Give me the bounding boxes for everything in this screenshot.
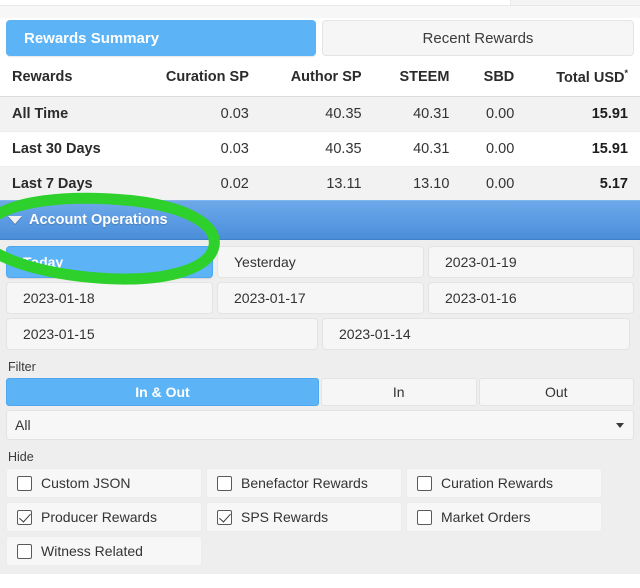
checkbox-icon[interactable] bbox=[417, 475, 432, 491]
checkbox-icon[interactable] bbox=[217, 475, 232, 491]
date-chip-label: 2023-01-19 bbox=[445, 254, 517, 270]
date-chip-label: Today bbox=[23, 254, 64, 270]
date-chip-2023-01-14[interactable]: 2023-01-14 bbox=[322, 318, 630, 350]
filter-segment-label: In bbox=[392, 384, 405, 400]
rewards-summary-table-wrapper: Rewards Curation SP Author SP STEEM SBD … bbox=[0, 60, 640, 202]
checkbox-icon[interactable] bbox=[17, 543, 32, 559]
account-operations-panel: Account Operations Today Yesterday 2023-… bbox=[0, 196, 640, 574]
filter-type-select-value: All bbox=[15, 417, 31, 433]
tab-rewards-summary[interactable]: Rewards Summary bbox=[6, 20, 316, 56]
account-operations-body: Today Yesterday 2023-01-19 2023-01-18 20… bbox=[0, 240, 640, 574]
checkbox-label: SPS Rewards bbox=[241, 509, 329, 525]
rewards-table-head: Rewards Curation SP Author SP STEEM SBD … bbox=[0, 60, 640, 97]
table-row: Last 30 Days 0.03 40.35 40.31 0.00 15.91 bbox=[0, 131, 640, 167]
filter-in-button[interactable]: In bbox=[321, 378, 477, 406]
filter-segment-label: Out bbox=[544, 384, 568, 400]
filter-segment-label: In & Out bbox=[135, 384, 190, 400]
hide-checkbox-row: Custom JSON Benefactor Rewards Curation … bbox=[6, 468, 634, 498]
checkbox-label: Producer Rewards bbox=[41, 509, 157, 525]
rewards-table-header-row: Rewards Curation SP Author SP STEEM SBD … bbox=[0, 60, 640, 97]
date-chip-label: 2023-01-16 bbox=[445, 290, 517, 306]
date-chip-label: Yesterday bbox=[234, 254, 296, 270]
checkbox-witness-related[interactable]: Witness Related bbox=[6, 536, 202, 566]
cell-author-sp: 40.35 bbox=[260, 131, 374, 167]
hide-checkbox-row: Witness Related bbox=[6, 536, 634, 566]
tab-rewards-summary-label: Rewards Summary bbox=[24, 29, 160, 47]
col-total-usd-asterisk: * bbox=[624, 68, 628, 78]
date-chip-2023-01-19[interactable]: 2023-01-19 bbox=[428, 246, 634, 278]
checkbox-label: Custom JSON bbox=[41, 475, 131, 491]
col-total-usd: Total USD* bbox=[526, 60, 640, 97]
filter-out-button[interactable]: Out bbox=[478, 378, 634, 406]
rewards-table-body: All Time 0.03 40.35 40.31 0.00 15.91 Las… bbox=[0, 96, 640, 202]
checkbox-label: Benefactor Rewards bbox=[241, 475, 368, 491]
checkbox-checked-icon[interactable] bbox=[217, 509, 232, 525]
checkbox-producer-rewards[interactable]: Producer Rewards bbox=[6, 502, 202, 532]
filter-label: Filter bbox=[8, 360, 36, 374]
cell-steem: 40.31 bbox=[373, 131, 462, 167]
col-sbd: SBD bbox=[461, 60, 527, 97]
cell-total-usd: 15.91 bbox=[526, 96, 640, 132]
cell-sbd: 0.00 bbox=[461, 131, 527, 167]
col-total-usd-label: Total USD bbox=[556, 69, 625, 86]
col-curation-sp: Curation SP bbox=[133, 60, 261, 97]
cell-author-sp: 40.35 bbox=[260, 96, 374, 132]
filter-segmented-control: In & Out In Out bbox=[6, 378, 634, 406]
col-author-sp: Author SP bbox=[260, 60, 374, 97]
checkbox-label: Market Orders bbox=[441, 509, 531, 525]
rewards-tabs: Rewards Summary Recent Rewards bbox=[6, 20, 634, 56]
date-chip-label: 2023-01-15 bbox=[23, 326, 95, 342]
date-chip-label: 2023-01-14 bbox=[339, 326, 411, 342]
account-operations-header[interactable]: Account Operations bbox=[0, 200, 640, 240]
checkbox-market-orders[interactable]: Market Orders bbox=[406, 502, 602, 532]
hide-checkbox-grid: Custom JSON Benefactor Rewards Curation … bbox=[6, 468, 634, 566]
date-chip-yesterday[interactable]: Yesterday bbox=[217, 246, 424, 278]
date-chip-row: 2023-01-15 2023-01-14 bbox=[6, 318, 634, 350]
cut-off-panel-top-right bbox=[510, 0, 640, 5]
cell-curation-sp: 0.03 bbox=[133, 96, 261, 132]
date-chip-2023-01-17[interactable]: 2023-01-17 bbox=[217, 282, 424, 314]
checkbox-label: Witness Related bbox=[41, 543, 143, 559]
filter-type-select[interactable]: All bbox=[6, 410, 634, 440]
cell-total-usd: 15.91 bbox=[526, 131, 640, 167]
date-chip-2023-01-15[interactable]: 2023-01-15 bbox=[6, 318, 318, 350]
date-chip-2023-01-16[interactable]: 2023-01-16 bbox=[428, 282, 634, 314]
checkbox-custom-json[interactable]: Custom JSON bbox=[6, 468, 202, 498]
cell-curation-sp: 0.03 bbox=[133, 131, 261, 167]
background-gap bbox=[0, 6, 640, 18]
row-label: All Time bbox=[0, 96, 134, 132]
date-chip-label: 2023-01-17 bbox=[234, 290, 306, 306]
checkbox-curation-rewards[interactable]: Curation Rewards bbox=[406, 468, 602, 498]
caret-down-icon bbox=[8, 216, 22, 224]
date-chip-today[interactable]: Today bbox=[6, 246, 213, 278]
account-operations-title: Account Operations bbox=[29, 212, 168, 228]
cell-steem: 40.31 bbox=[373, 96, 462, 132]
tab-recent-rewards-label: Recent Rewards bbox=[422, 29, 534, 47]
hide-checkbox-row: Producer Rewards SPS Rewards Market Orde… bbox=[6, 502, 634, 532]
date-chip-2023-01-18[interactable]: 2023-01-18 bbox=[6, 282, 213, 314]
hide-label: Hide bbox=[8, 450, 34, 464]
date-chip-label: 2023-01-18 bbox=[23, 290, 95, 306]
cell-sbd: 0.00 bbox=[461, 96, 527, 132]
date-chip-row: Today Yesterday 2023-01-19 bbox=[6, 246, 634, 278]
col-steem: STEEM bbox=[373, 60, 462, 97]
date-chip-row: 2023-01-18 2023-01-17 2023-01-16 bbox=[6, 282, 634, 314]
tab-recent-rewards[interactable]: Recent Rewards bbox=[322, 20, 634, 56]
col-rewards: Rewards bbox=[0, 60, 134, 97]
checkbox-icon[interactable] bbox=[17, 475, 32, 491]
checkbox-benefactor-rewards[interactable]: Benefactor Rewards bbox=[206, 468, 402, 498]
checkbox-icon[interactable] bbox=[417, 509, 432, 525]
app-root: Rewards Summary Recent Rewards Rewards C… bbox=[0, 0, 640, 588]
rewards-summary-table: Rewards Curation SP Author SP STEEM SBD … bbox=[0, 60, 640, 202]
filter-in-and-out-button[interactable]: In & Out bbox=[6, 378, 319, 406]
table-row: All Time 0.03 40.35 40.31 0.00 15.91 bbox=[0, 96, 640, 132]
chevron-down-icon bbox=[616, 423, 624, 428]
checkbox-checked-icon[interactable] bbox=[17, 509, 32, 525]
date-chip-grid: Today Yesterday 2023-01-19 2023-01-18 20… bbox=[6, 246, 634, 350]
checkbox-label: Curation Rewards bbox=[441, 475, 554, 491]
checkbox-sps-rewards[interactable]: SPS Rewards bbox=[206, 502, 402, 532]
row-label: Last 30 Days bbox=[0, 131, 134, 167]
